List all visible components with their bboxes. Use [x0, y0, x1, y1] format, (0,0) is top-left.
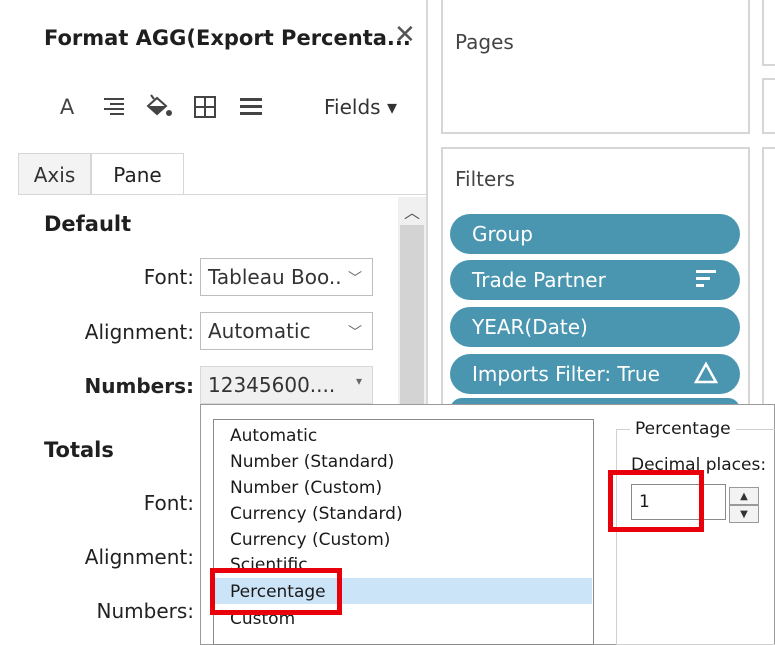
- delta-icon-glyph: [693, 361, 719, 384]
- default-section-heading: Default: [44, 212, 132, 236]
- scroll-up-icon[interactable]: ︿: [398, 197, 426, 225]
- borders-icon-glyph: [194, 96, 216, 118]
- scroll-thumb[interactable]: [400, 225, 424, 415]
- shading-icon-glyph: [146, 94, 172, 116]
- default-font-label: Font:: [143, 265, 194, 289]
- default-numbers-dropdown[interactable]: 12345600.... ▾: [200, 366, 373, 404]
- filter-pill-label: YEAR(Date): [472, 315, 588, 339]
- font-icon[interactable]: A: [55, 93, 79, 121]
- totals-numbers-label: Numbers:: [96, 599, 195, 623]
- default-alignment-dropdown[interactable]: Automatic ﹀: [200, 312, 373, 350]
- sort-icon: [694, 267, 718, 296]
- filters-shelf-title: Filters: [455, 167, 515, 191]
- caret-down-icon: ▾: [355, 374, 362, 388]
- default-numbers-label: Numbers:: [84, 374, 194, 398]
- format-pane-title: Format AGG(Export Percenta...: [44, 26, 411, 50]
- chevron-down-icon: ﹀: [348, 271, 362, 287]
- lines-icon[interactable]: [238, 93, 264, 121]
- rows-shelf-edge: [762, 78, 775, 134]
- lines-icon-glyph: [240, 98, 262, 115]
- decimal-highlight-box: [608, 470, 704, 532]
- delta-icon: [693, 361, 719, 390]
- format-option-number-standard[interactable]: Number (Standard): [230, 452, 394, 472]
- align-icon-glyph: [104, 98, 124, 115]
- totals-alignment-label: Alignment:: [84, 545, 194, 569]
- shading-icon[interactable]: [144, 93, 174, 121]
- format-option-currency-custom[interactable]: Currency (Custom): [230, 530, 390, 550]
- filter-pill-year-date[interactable]: YEAR(Date): [450, 307, 740, 347]
- marks-shelf-edge: [762, 147, 775, 407]
- default-alignment-value: Automatic: [208, 319, 311, 343]
- fields-label: Fields: [324, 95, 381, 119]
- sort-icon-glyph: [696, 270, 716, 287]
- format-option-number-custom[interactable]: Number (Custom): [230, 478, 382, 498]
- percentage-group-title: Percentage: [630, 419, 736, 439]
- filter-pill-label: Group: [472, 222, 533, 246]
- default-alignment-label: Alignment:: [84, 320, 194, 344]
- default-numbers-value: 12345600....: [208, 373, 336, 397]
- borders-icon[interactable]: [192, 93, 218, 121]
- pages-shelf[interactable]: [441, 0, 750, 134]
- tab-axis[interactable]: Axis: [18, 153, 91, 195]
- columns-shelf-edge: [762, 0, 775, 66]
- decimal-decrease-button[interactable]: ▼: [729, 505, 759, 523]
- default-font-value: Tableau Boo..: [208, 265, 342, 289]
- format-option-automatic[interactable]: Automatic: [230, 426, 317, 446]
- tab-divider: [18, 194, 428, 195]
- filter-pill-trade-partner[interactable]: Trade Partner: [450, 260, 740, 300]
- default-font-dropdown[interactable]: Tableau Boo.. ﹀: [200, 258, 373, 296]
- totals-section-heading: Totals: [44, 438, 114, 462]
- filter-pill-imports-filter[interactable]: Imports Filter: True: [450, 354, 740, 394]
- percentage-highlight-box: [210, 568, 342, 615]
- decimal-increase-button[interactable]: ▲: [729, 487, 759, 505]
- filter-pill-group[interactable]: Group: [450, 214, 740, 254]
- format-option-currency-standard[interactable]: Currency (Standard): [230, 504, 403, 524]
- filter-pill-label: Trade Partner: [472, 268, 606, 292]
- tab-pane[interactable]: Pane: [91, 153, 184, 195]
- totals-font-label: Font:: [143, 491, 194, 515]
- filter-pill-label: Imports Filter: True: [472, 362, 660, 386]
- align-icon[interactable]: [100, 93, 128, 121]
- chevron-down-icon: ﹀: [348, 325, 362, 341]
- pages-shelf-title: Pages: [455, 30, 514, 54]
- close-icon[interactable]: ✕: [394, 22, 416, 48]
- fields-dropdown-button[interactable]: Fields ▾: [324, 95, 397, 119]
- chevron-down-icon: ▾: [386, 95, 397, 119]
